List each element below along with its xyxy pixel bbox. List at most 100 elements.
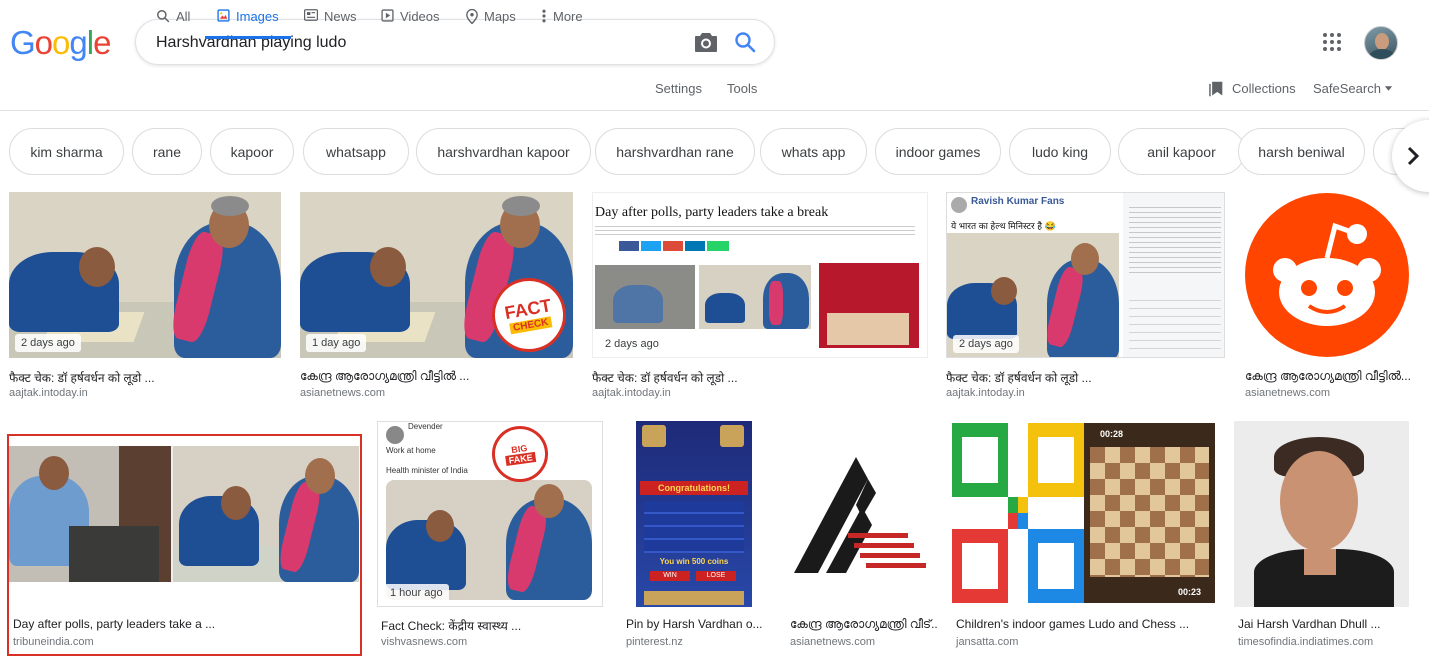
game-coins: You win 500 coins xyxy=(659,557,729,566)
tweet-text: Work at home xyxy=(386,446,436,455)
image-result[interactable]: കേന്ദ്ര ആരോഗ്യമന്ത്രി വീട്... asianetnew… xyxy=(786,421,937,651)
result-title[interactable]: Jai Harsh Vardhan Dhull ... xyxy=(1238,617,1413,631)
related-searches: kim sharma rane kapoor whatsapp harshvar… xyxy=(9,128,1429,176)
result-source[interactable]: aajtak.intoday.in xyxy=(592,387,671,399)
chevron-right-icon xyxy=(1407,146,1420,166)
tweet-text: Health minister of India xyxy=(386,466,468,475)
search-icon[interactable] xyxy=(733,30,757,54)
google-logo[interactable]: Google xyxy=(10,24,111,62)
tab-more[interactable]: More xyxy=(541,0,583,39)
tab-label: More xyxy=(553,9,583,24)
image-result[interactable]: കേന്ദ്ര ആരോഗ്യമന്ത്രി വീട്ടിൽ... asianet… xyxy=(1245,192,1410,402)
apps-grid-icon[interactable] xyxy=(1322,32,1342,52)
result-source[interactable]: pinterest.nz xyxy=(626,636,683,648)
result-title[interactable]: Pin by Harsh Vardhan o... xyxy=(626,617,771,631)
safesearch-dropdown[interactable]: SafeSearch xyxy=(1313,72,1393,111)
tab-label: Images xyxy=(236,9,279,24)
tab-videos[interactable]: Videos xyxy=(381,0,440,39)
tab-label: Maps xyxy=(484,9,516,24)
tweet-author: Devender xyxy=(408,422,443,431)
result-title[interactable]: കേന്ദ്ര ആരോഗ്യമന്ത്രി വീട്ടിൽ... xyxy=(1245,369,1410,384)
collections-label: Collections xyxy=(1232,81,1296,96)
more-vert-icon xyxy=(542,9,546,23)
tab-all[interactable]: All xyxy=(156,0,190,39)
result-thumbnail[interactable]: Devender Work at home Health minister of… xyxy=(377,421,603,607)
result-source[interactable]: asianetnews.com xyxy=(1245,387,1330,399)
time-badge: 2 days ago xyxy=(15,334,81,352)
image-result[interactable]: Jai Harsh Vardhan Dhull ... timesofindia… xyxy=(1234,421,1409,651)
result-thumbnail[interactable]: FACT CHECK 1 day ago xyxy=(300,192,573,358)
image-result[interactable]: 2 days ago फैक्ट चेक: डॉ हर्षवर्धन को लू… xyxy=(9,192,281,402)
tab-news[interactable]: News xyxy=(304,0,357,39)
post-author: Ravish Kumar Fans xyxy=(971,196,1065,207)
result-source[interactable]: asianetnews.com xyxy=(790,636,875,648)
time-badge: 2 days ago xyxy=(953,335,1019,353)
chip[interactable]: whatsapp xyxy=(303,128,409,175)
result-thumbnail[interactable] xyxy=(786,421,933,607)
result-title[interactable]: फैक्ट चेक: डॉ हर्षवर्धन को लूडो ... xyxy=(946,369,1225,386)
result-thumbnail[interactable]: Congratulations! You win 500 coins WIN L… xyxy=(622,421,767,607)
safesearch-label: SafeSearch xyxy=(1313,81,1381,96)
time-badge: 1 day ago xyxy=(306,334,367,352)
result-thumbnail[interactable]: 00:28 00:23 xyxy=(952,421,1215,607)
chip[interactable]: ludo king xyxy=(1009,128,1111,175)
chip[interactable]: anil kapoor xyxy=(1118,128,1245,175)
article-headline: Day after polls, party leaders take a br… xyxy=(595,205,829,220)
chip[interactable]: whats app xyxy=(760,128,867,175)
result-title[interactable]: കേന്ദ്ര ആരോഗ്യമന്ത്രി വീട്ടിൽ ... xyxy=(300,369,573,384)
tab-images[interactable]: Images xyxy=(205,0,291,39)
result-thumbnail[interactable]: 2 days ago xyxy=(9,192,281,358)
stamp-text: FAKE xyxy=(505,451,537,466)
image-result[interactable]: FACT CHECK 1 day ago കേന്ദ്ര ആരോഗ്യമന്ത്… xyxy=(300,192,573,402)
asianet-logo-icon xyxy=(794,457,926,573)
bookmark-icon xyxy=(1209,81,1223,97)
result-thumbnail[interactable]: Day after polls, party leaders take a br… xyxy=(592,192,928,358)
logo-letter: g xyxy=(69,24,87,61)
result-source[interactable]: aajtak.intoday.in xyxy=(9,387,88,399)
result-title[interactable]: फैक्ट चेक: डॉ हर्षवर्धन को लूडो ... xyxy=(592,369,928,386)
chip[interactable]: harsh beniwal xyxy=(1238,128,1365,175)
image-result[interactable]: Day after polls, party leaders take a br… xyxy=(592,192,928,402)
result-title[interactable]: Children's indoor games Ludo and Chess .… xyxy=(956,617,1219,631)
tab-label: All xyxy=(176,9,191,24)
result-thumbnail[interactable] xyxy=(1234,421,1409,607)
tab-label: Videos xyxy=(400,9,440,24)
tab-maps[interactable]: Maps xyxy=(466,0,516,39)
result-source[interactable]: jansatta.com xyxy=(956,636,1018,648)
reddit-logo-icon xyxy=(1245,193,1409,357)
chip[interactable]: harshvardhan rane xyxy=(595,128,755,175)
search-icon xyxy=(157,10,170,23)
image-result[interactable]: Congratulations! You win 500 coins WIN L… xyxy=(622,421,767,651)
result-source[interactable]: timesofindia.indiatimes.com xyxy=(1238,636,1373,648)
chip[interactable]: kapoor xyxy=(210,128,294,175)
collections-link[interactable]: Collections xyxy=(1209,72,1296,111)
chip[interactable]: harshvardhan kapoor xyxy=(416,128,591,175)
result-source[interactable]: asianetnews.com xyxy=(300,387,385,399)
result-title[interactable]: फैक्ट चेक: डॉ हर्षवर्धन को लूडो ... xyxy=(9,369,281,386)
result-thumbnail[interactable]: Ravish Kumar Fans ये भारत का हेल्थ मिनिस… xyxy=(946,192,1225,358)
image-result[interactable]: 00:28 00:23 Children's indoor games Ludo… xyxy=(952,421,1215,651)
game-timer: 00:28 xyxy=(1100,429,1124,439)
result-source[interactable]: vishvasnews.com xyxy=(381,636,467,648)
image-icon xyxy=(217,9,230,22)
chip[interactable]: kim sharma xyxy=(9,128,124,175)
logo-letter: o xyxy=(34,24,53,61)
logo-letter: o xyxy=(52,24,70,61)
camera-icon[interactable] xyxy=(694,31,718,53)
image-result[interactable]: Devender Work at home Health minister of… xyxy=(377,421,603,651)
result-thumbnail[interactable] xyxy=(1245,192,1410,358)
chip[interactable]: rane xyxy=(132,128,202,175)
chip[interactable]: indoor games xyxy=(875,128,1001,175)
time-badge: 2 days ago xyxy=(599,335,665,353)
result-title[interactable]: Fact Check: केंद्रीय स्वास्थ्य ... xyxy=(381,617,607,634)
result-title[interactable]: കേന്ദ്ര ആരോഗ്യമന്ത്രി വീട്... xyxy=(790,617,937,632)
account-avatar[interactable] xyxy=(1364,26,1398,60)
settings-link[interactable]: Settings xyxy=(655,72,702,111)
game-lose-button: LOSE xyxy=(696,571,736,581)
result-source[interactable]: aajtak.intoday.in xyxy=(946,387,1025,399)
tools-link[interactable]: Tools xyxy=(727,72,757,111)
map-pin-icon xyxy=(466,9,478,24)
logo-letter: e xyxy=(93,24,111,61)
image-result[interactable]: Ravish Kumar Fans ये भारत का हेल्थ मिनिस… xyxy=(946,192,1225,402)
video-icon xyxy=(381,9,394,22)
